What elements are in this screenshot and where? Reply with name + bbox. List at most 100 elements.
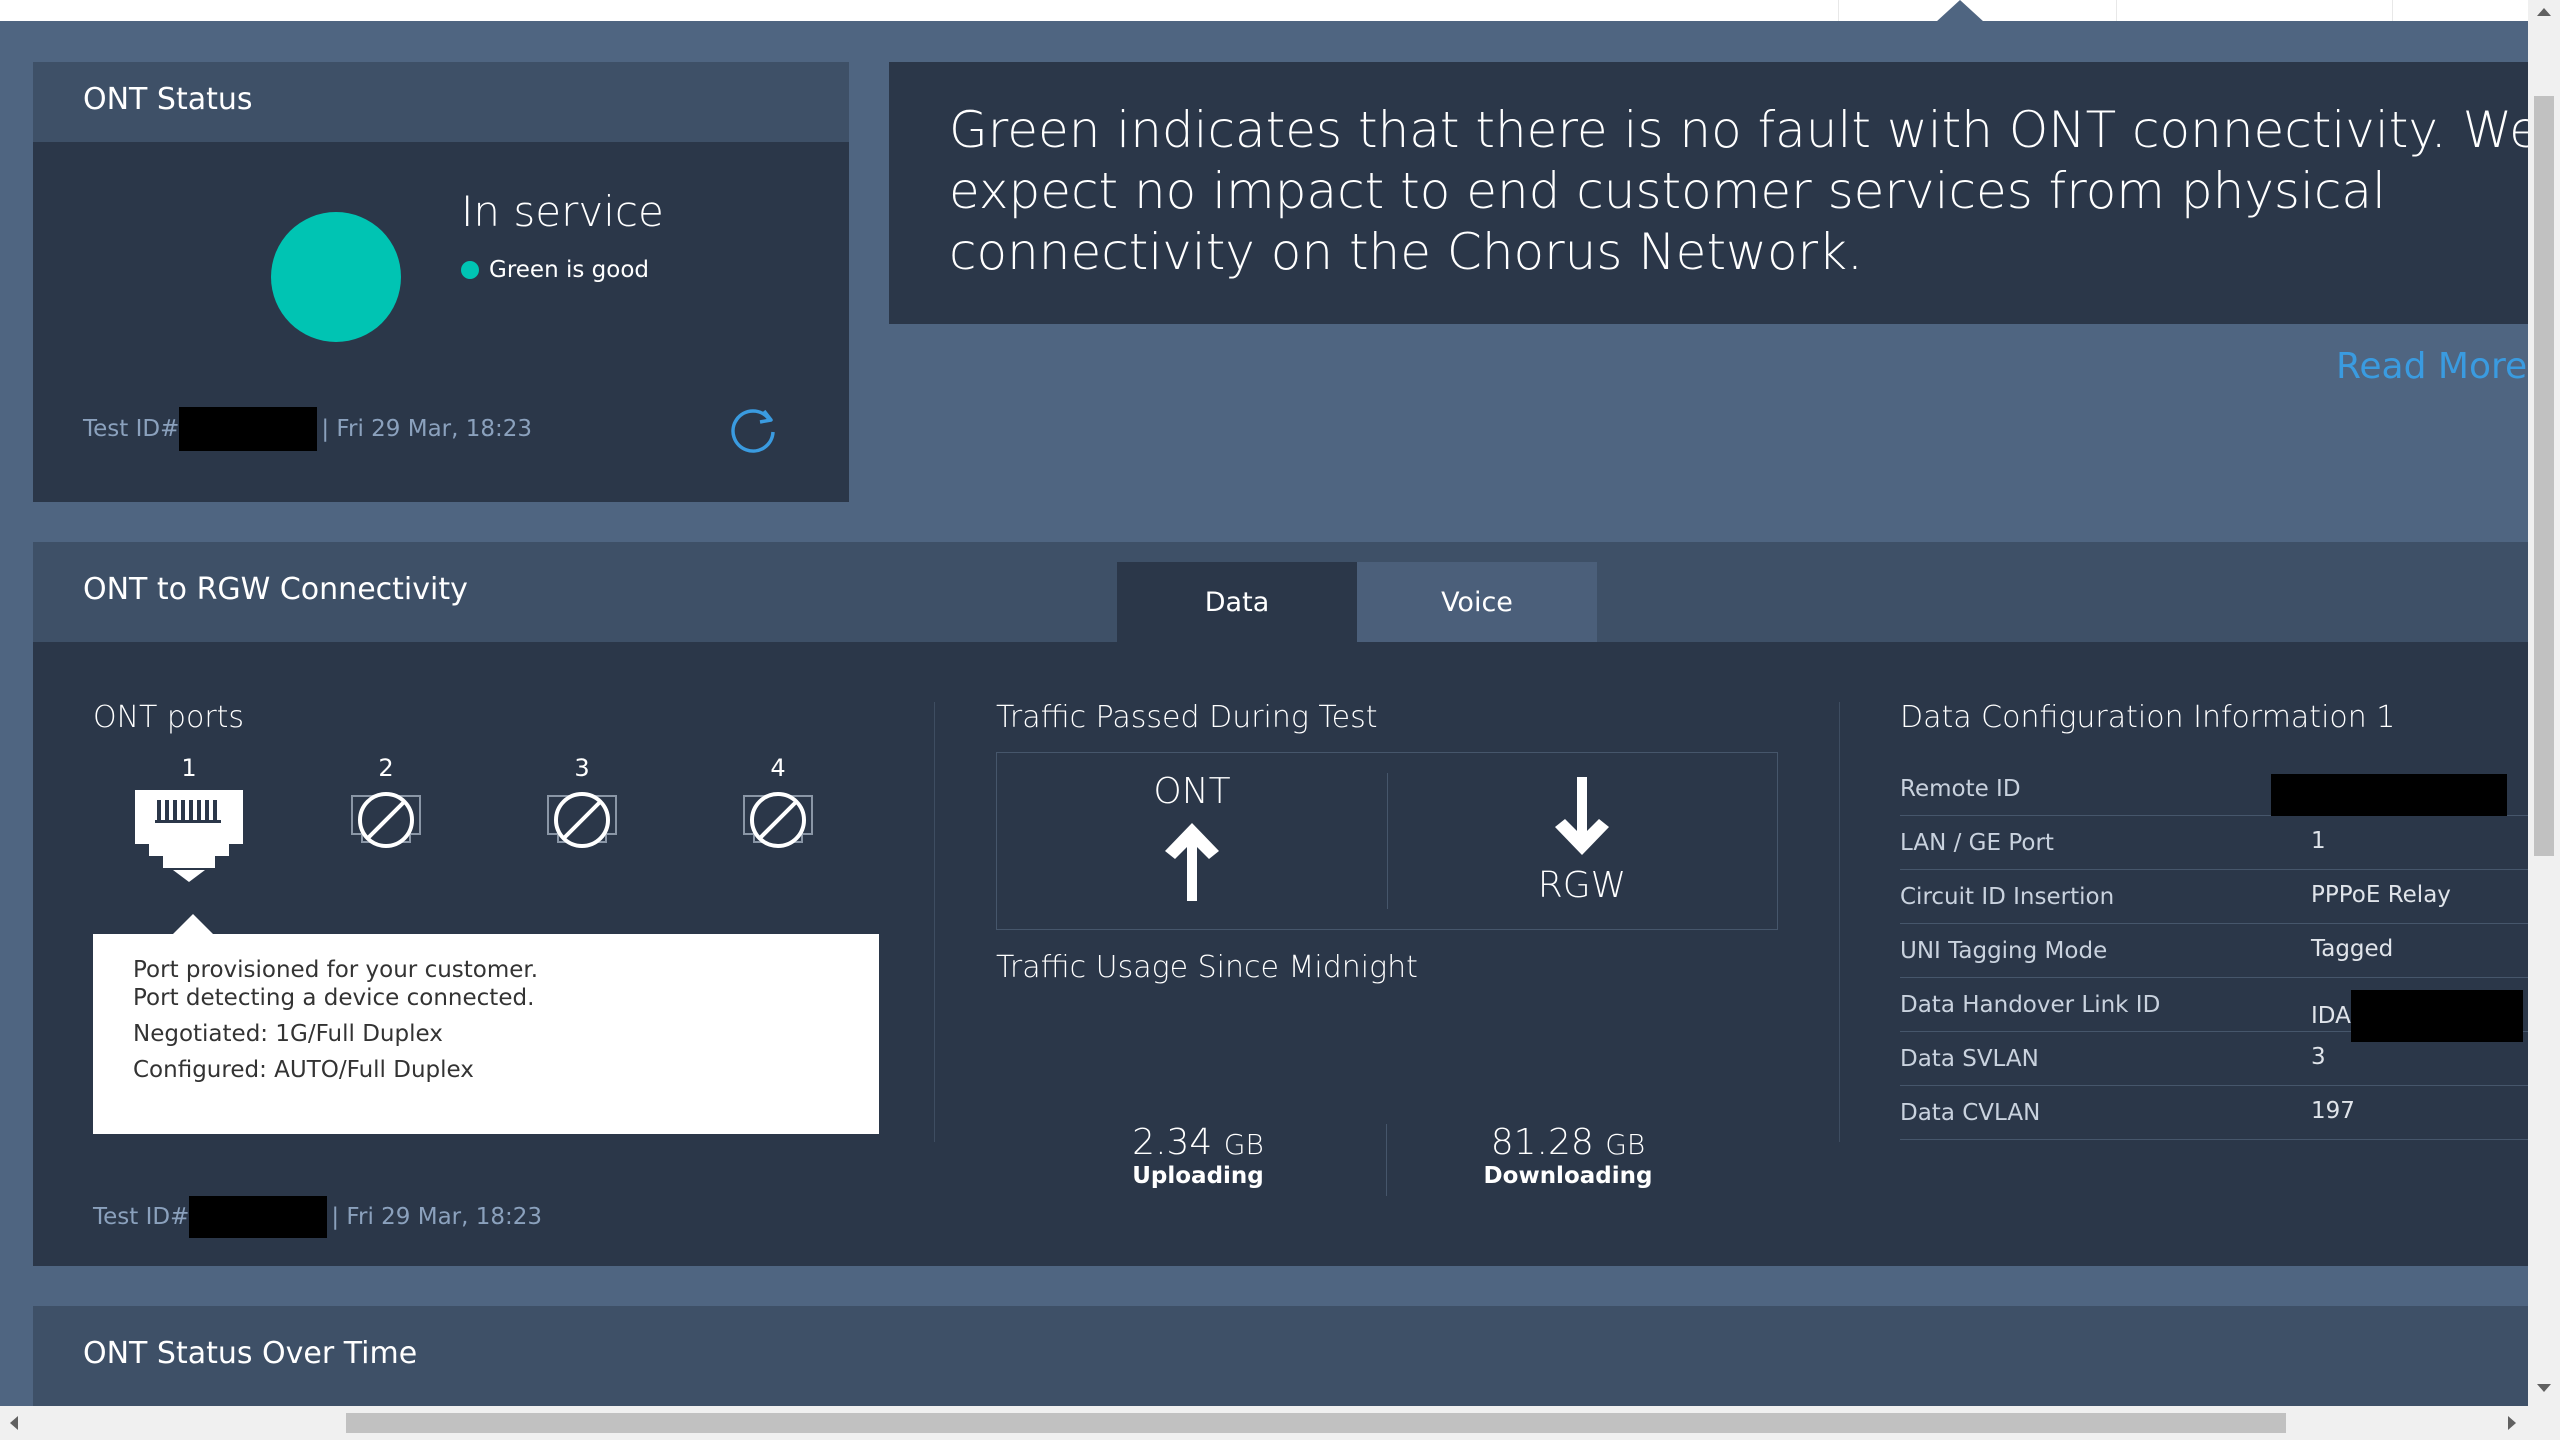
connectivity-panel: ONT to RGW Connectivity Data Voice ONT p… [33, 542, 2528, 1266]
config-row: Data CVLAN 197 [1900, 1086, 2528, 1140]
traffic-rgw-label: RGW [1537, 865, 1627, 906]
config-key: Data SVLAN [1900, 1046, 2039, 1072]
config-key: Data CVLAN [1900, 1100, 2041, 1126]
connectivity-title: ONT to RGW Connectivity [83, 572, 468, 607]
horizontal-scrollbar[interactable] [0, 1406, 2560, 1440]
ont-status-title: ONT Status [83, 82, 253, 117]
vertical-scrollbar[interactable] [2528, 0, 2560, 1406]
download-label: Downloading [1483, 1163, 1653, 1189]
column-divider [1839, 702, 1840, 1142]
ont-status-header: ONT Status [33, 62, 849, 142]
download-usage: 81.28 GB Downloading [1373, 1122, 1763, 1189]
config-table: Remote ID LAN / GE Port 1 Circuit ID Ins… [1900, 762, 2528, 1140]
port-3[interactable]: 3 [522, 754, 642, 858]
horizontal-scroll-thumb[interactable] [346, 1413, 2286, 1433]
top-bar-divider [2116, 0, 2117, 21]
port-1[interactable]: 1 [129, 754, 249, 882]
tooltip-line: Configured: AUTO/Full Duplex [133, 1057, 474, 1083]
upload-value-line: 2.34 GB [1003, 1122, 1393, 1163]
port-4[interactable]: 4 [718, 754, 838, 858]
port-number: 3 [574, 754, 590, 782]
config-key: LAN / GE Port [1900, 830, 2054, 856]
port-disabled-icon [351, 792, 421, 848]
tooltip-line: Negotiated: 1G/Full Duplex [133, 1021, 443, 1047]
port-number: 4 [770, 754, 786, 782]
config-value: 1 [2311, 828, 2326, 854]
traffic-title: Traffic Passed During Test [996, 700, 1378, 735]
test-id-label: Test ID# [93, 1204, 190, 1230]
status-indicator [271, 212, 401, 342]
upload-value: 2.34 [1132, 1122, 1213, 1163]
config-title: Data Configuration Information 1 [1900, 700, 2396, 735]
ethernet-port-connected-icon [135, 790, 243, 882]
ont-status-card: ONT Status In service Green is good Test… [33, 62, 849, 502]
config-value: 3 [2311, 1044, 2326, 1070]
config-key: Circuit ID Insertion [1900, 884, 2115, 910]
top-bar-divider [1838, 0, 1839, 21]
arrow-up-icon [1165, 823, 1219, 901]
scroll-right-arrow-icon[interactable] [2508, 1416, 2516, 1430]
port-disabled-icon [547, 792, 617, 848]
test-id-label: Test ID# [83, 416, 180, 442]
port-number: 2 [378, 754, 394, 782]
tooltip-arrow [173, 914, 213, 934]
connectivity-body: ONT ports 1 2 3 4 Port provisioned for y… [33, 642, 2528, 1266]
upload-usage: 2.34 GB Uploading [1003, 1122, 1393, 1189]
tooltip-line: Port provisioned for your customer. [133, 957, 539, 983]
test-time: | Fri 29 Mar, 18:23 [321, 416, 533, 442]
top-bar [0, 0, 2528, 22]
read-more-link[interactable]: Read More [2336, 346, 2527, 387]
refresh-icon[interactable] [729, 405, 779, 455]
traffic-ont-label: ONT [1153, 771, 1231, 812]
arrow-down-icon [1555, 777, 1609, 855]
connectivity-header: ONT to RGW Connectivity Data Voice [33, 542, 2528, 642]
config-row: LAN / GE Port 1 [1900, 816, 2528, 870]
upload-unit: GB [1223, 1128, 1264, 1161]
config-row: Remote ID [1900, 762, 2528, 816]
download-unit: GB [1605, 1128, 1646, 1161]
config-key: UNI Tagging Mode [1900, 938, 2108, 964]
download-value: 81.28 [1490, 1122, 1594, 1163]
port-tooltip: Port provisioned for your customer. Port… [93, 914, 879, 1134]
redacted-remote-id [2271, 774, 2507, 816]
column-divider [934, 702, 935, 1142]
config-key: Data Handover Link ID [1900, 992, 2161, 1018]
port-disabled-icon [743, 792, 813, 848]
info-banner: Green indicates that there is no fault w… [889, 62, 2528, 324]
ont-status-test-line: Test ID# | Fri 29 Mar, 18:23 [83, 407, 532, 451]
green-dot-icon [461, 261, 479, 279]
port-2[interactable]: 2 [326, 754, 446, 858]
connectivity-test-line: Test ID# | Fri 29 Mar, 18:23 [93, 1196, 542, 1238]
tab-voice[interactable]: Voice [1357, 562, 1597, 642]
tooltip-line: Port detecting a device connected. [133, 985, 535, 1011]
top-bar-divider [2392, 0, 2393, 21]
over-time-title: ONT Status Over Time [83, 1336, 418, 1371]
upload-label: Uploading [1132, 1163, 1264, 1189]
status-hint: Green is good [461, 257, 649, 283]
config-row: Circuit ID Insertion PPPoE Relay [1900, 870, 2528, 924]
ont-status-over-time-panel: ONT Status Over Time [33, 1306, 2528, 1406]
config-value: Tagged [2311, 936, 2394, 962]
vertical-scroll-thumb[interactable] [2534, 96, 2554, 856]
traffic-box: ONT RGW [996, 752, 1778, 930]
config-row: Data SVLAN 3 [1900, 1032, 2528, 1086]
redacted-test-id [179, 407, 318, 451]
port-number: 1 [181, 754, 197, 782]
scroll-down-arrow-icon[interactable] [2537, 1384, 2551, 1392]
info-message: Green indicates that there is no fault w… [949, 101, 2528, 281]
config-value: PPPoE Relay [2311, 882, 2451, 908]
scroll-up-arrow-icon[interactable] [2537, 8, 2551, 16]
redacted-test-id [189, 1196, 328, 1238]
config-value [2271, 774, 2507, 816]
config-row: Data Handover Link ID IDA [1900, 978, 2528, 1042]
active-tab-pointer [1936, 0, 1984, 22]
ont-ports-title: ONT ports [93, 700, 245, 735]
status-hint-text: Green is good [489, 257, 649, 283]
config-value: 197 [2311, 1098, 2355, 1124]
usage-title: Traffic Usage Since Midnight [996, 950, 1418, 985]
config-row: UNI Tagging Mode Tagged [1900, 924, 2528, 978]
scroll-left-arrow-icon[interactable] [10, 1416, 18, 1430]
ont-status-body: In service Green is good Test ID# | Fri … [33, 142, 849, 502]
test-time: | Fri 29 Mar, 18:23 [331, 1204, 543, 1230]
tab-data[interactable]: Data [1117, 562, 1357, 642]
